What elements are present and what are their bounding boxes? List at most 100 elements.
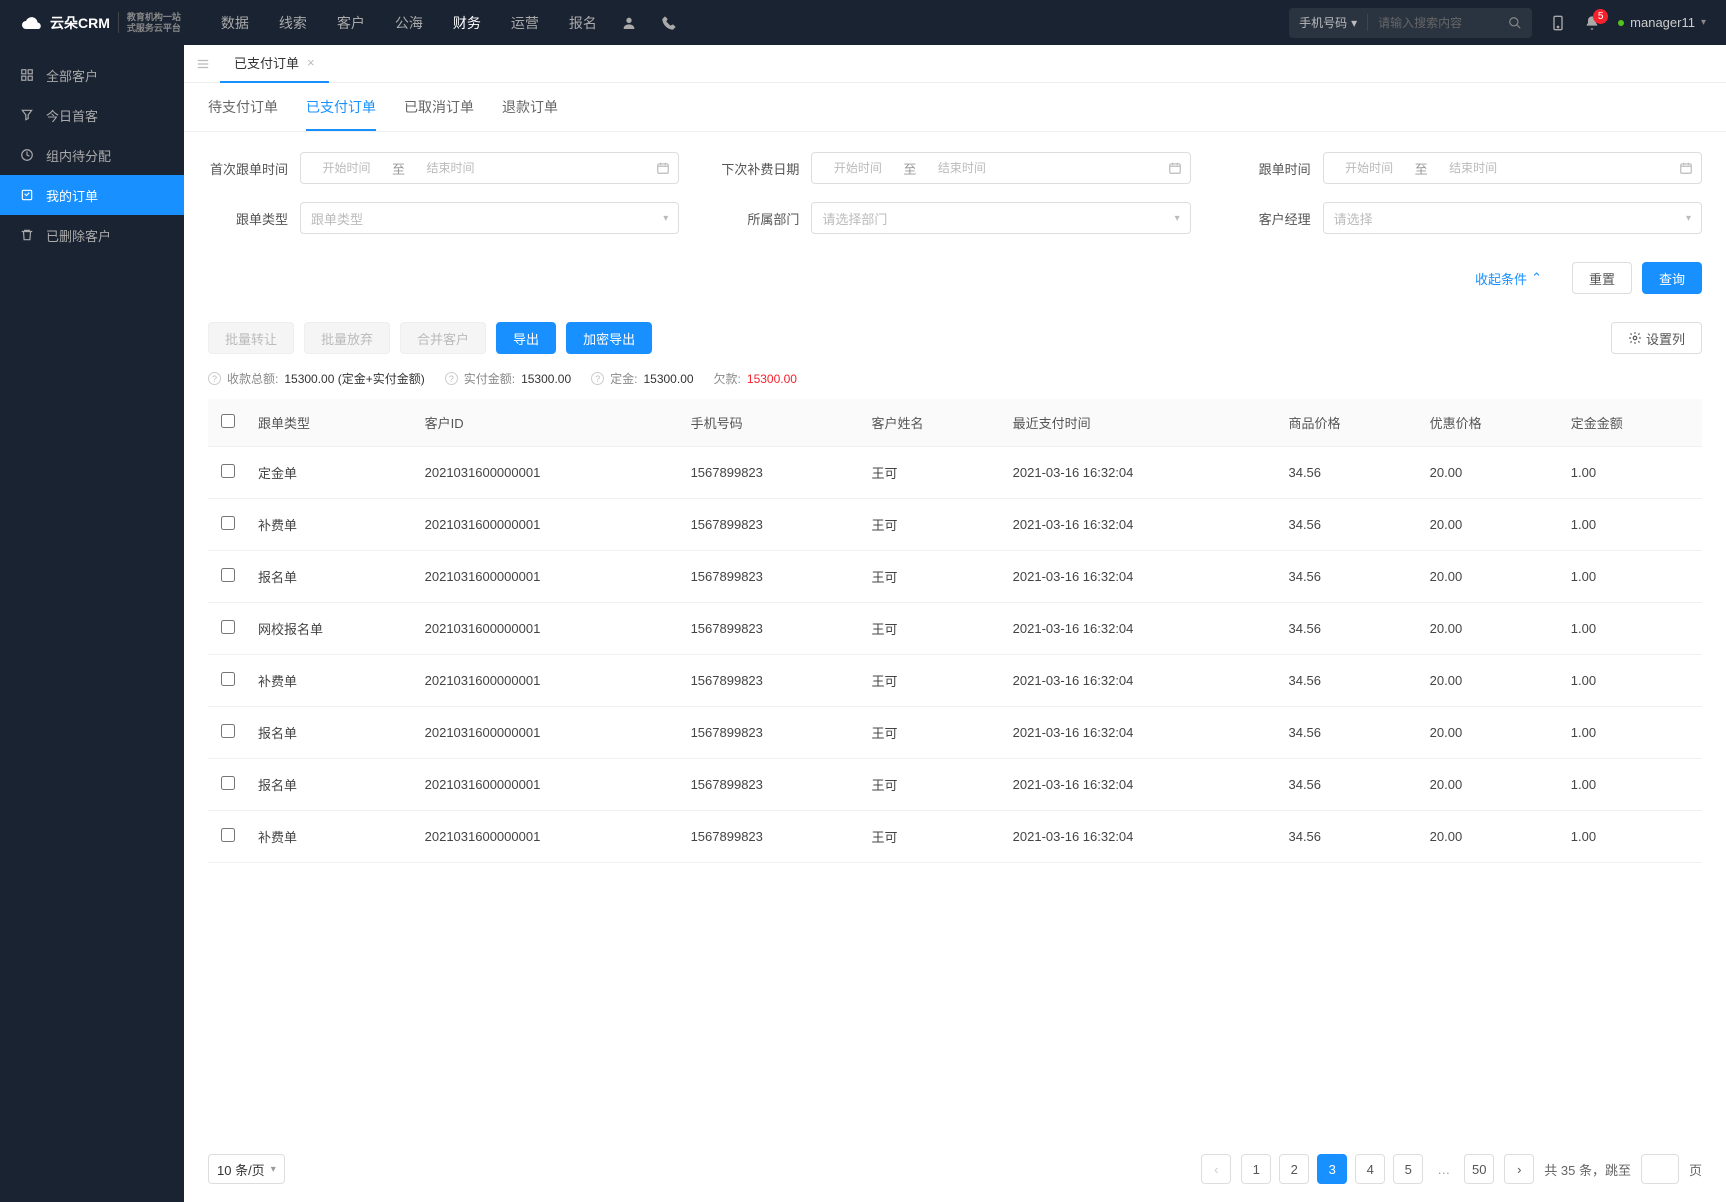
user-menu[interactable]: manager11 ▾ bbox=[1618, 15, 1706, 30]
table-cell: 2021031600000001 bbox=[415, 447, 681, 499]
page-last-button[interactable]: 50 bbox=[1464, 1154, 1494, 1184]
row-checkbox[interactable] bbox=[221, 620, 235, 634]
table-row: 报名单20210316000000011567899823王可2021-03-1… bbox=[208, 759, 1702, 811]
chevron-left-icon: ‹ bbox=[1214, 1162, 1218, 1177]
table-cell: 20.00 bbox=[1420, 447, 1561, 499]
topnav-item[interactable]: 财务 bbox=[453, 13, 481, 33]
table-cell: 1.00 bbox=[1561, 603, 1702, 655]
calendar-icon bbox=[1679, 161, 1693, 175]
query-button[interactable]: 查询 bbox=[1642, 262, 1702, 294]
bell-icon[interactable]: 5 bbox=[1584, 15, 1600, 31]
page-size-select[interactable]: 10 条/页 ▾ bbox=[208, 1154, 285, 1184]
row-checkbox[interactable] bbox=[221, 464, 235, 478]
page-total: 共 35 条，跳至 bbox=[1544, 1160, 1631, 1179]
paid-value: 15300.00 bbox=[521, 372, 571, 386]
next-renew-range[interactable]: 至 bbox=[811, 152, 1190, 184]
column-header: 客户ID bbox=[415, 399, 681, 447]
first-follow-start[interactable] bbox=[309, 161, 384, 175]
topbar: 云朵CRM 教育机构一站式服务云平台 数据 线索 客户 公海 财务 运营 报名 手机号码 ▾… bbox=[0, 0, 1726, 45]
subtab[interactable]: 已取消订单 bbox=[404, 97, 474, 131]
table-cell: 2021-03-16 16:32:04 bbox=[1003, 499, 1279, 551]
page-button[interactable]: 1 bbox=[1241, 1154, 1271, 1184]
next-renew-end[interactable] bbox=[924, 161, 999, 175]
status-dot-icon bbox=[1618, 20, 1624, 26]
sidebar-item[interactable]: 全部客户 bbox=[0, 55, 184, 95]
search-icon[interactable] bbox=[1508, 16, 1522, 30]
set-columns-button[interactable]: 设置列 bbox=[1611, 322, 1702, 354]
tab-paid-orders[interactable]: 已支付订单 × bbox=[220, 45, 329, 83]
jump-page-input[interactable] bbox=[1641, 1154, 1679, 1184]
follow-time-end[interactable] bbox=[1436, 161, 1511, 175]
topnav-item[interactable]: 数据 bbox=[221, 13, 249, 33]
column-header: 跟单类型 bbox=[248, 399, 415, 447]
merge-customer-button[interactable]: 合并客户 bbox=[400, 322, 486, 354]
department-select[interactable]: 请选择部门▾ bbox=[811, 202, 1190, 234]
row-checkbox[interactable] bbox=[221, 672, 235, 686]
table-cell: 王可 bbox=[862, 811, 1003, 863]
batch-transfer-button[interactable]: 批量转让 bbox=[208, 322, 294, 354]
sidebar-item[interactable]: 组内待分配 bbox=[0, 135, 184, 175]
table-row: 定金单20210316000000011567899823王可2021-03-1… bbox=[208, 447, 1702, 499]
close-icon[interactable]: × bbox=[307, 55, 315, 70]
cloud-icon bbox=[20, 11, 44, 35]
next-page-button[interactable]: › bbox=[1504, 1154, 1534, 1184]
row-checkbox[interactable] bbox=[221, 724, 235, 738]
export-button[interactable]: 导出 bbox=[496, 322, 556, 354]
menu-icon[interactable] bbox=[196, 57, 210, 71]
mobile-icon[interactable] bbox=[1550, 14, 1566, 32]
sidebar-item-label: 今日首客 bbox=[46, 106, 98, 125]
table-row: 网校报名单20210316000000011567899823王可2021-03… bbox=[208, 603, 1702, 655]
topnav-item[interactable]: 公海 bbox=[395, 13, 423, 33]
topnav-item[interactable]: 报名 bbox=[569, 13, 597, 33]
sidebar-item-label: 全部客户 bbox=[46, 66, 98, 85]
brand-logo[interactable]: 云朵CRM 教育机构一站式服务云平台 bbox=[20, 11, 181, 35]
sidebar-item[interactable]: 我的订单 bbox=[0, 175, 184, 215]
page-tabs: 已支付订单 × bbox=[184, 45, 1726, 83]
phone-icon[interactable] bbox=[661, 15, 677, 31]
page-button[interactable]: 3 bbox=[1317, 1154, 1347, 1184]
batch-abandon-button[interactable]: 批量放弃 bbox=[304, 322, 390, 354]
follow-time-start[interactable] bbox=[1332, 161, 1407, 175]
topnav-item[interactable]: 运营 bbox=[511, 13, 539, 33]
person-icon[interactable] bbox=[621, 15, 637, 31]
topnav-item[interactable]: 线索 bbox=[279, 13, 307, 33]
search-input[interactable] bbox=[1378, 16, 1508, 30]
first-follow-range[interactable]: 至 bbox=[300, 152, 679, 184]
first-follow-end[interactable] bbox=[413, 161, 488, 175]
brand-name: 云朵CRM bbox=[50, 13, 110, 33]
table-cell: 王可 bbox=[862, 603, 1003, 655]
follow-type-select[interactable]: 跟单类型▾ bbox=[300, 202, 679, 234]
search-type-select[interactable]: 手机号码 ▾ bbox=[1299, 14, 1368, 31]
table-cell: 王可 bbox=[862, 499, 1003, 551]
row-checkbox[interactable] bbox=[221, 776, 235, 790]
row-checkbox[interactable] bbox=[221, 568, 235, 582]
row-checkbox[interactable] bbox=[221, 828, 235, 842]
table-cell: 1567899823 bbox=[681, 447, 862, 499]
follow-time-range[interactable]: 至 bbox=[1323, 152, 1702, 184]
sidebar-item[interactable]: 今日首客 bbox=[0, 95, 184, 135]
table-row: 报名单20210316000000011567899823王可2021-03-1… bbox=[208, 551, 1702, 603]
encrypted-export-button[interactable]: 加密导出 bbox=[566, 322, 652, 354]
next-renew-start[interactable] bbox=[820, 161, 895, 175]
subtab[interactable]: 已支付订单 bbox=[306, 97, 376, 131]
page-button[interactable]: 2 bbox=[1279, 1154, 1309, 1184]
deposit-label: 定金: bbox=[610, 370, 637, 387]
page-button[interactable]: 5 bbox=[1393, 1154, 1423, 1184]
table-cell: 20.00 bbox=[1420, 499, 1561, 551]
pagination: 10 条/页 ▾ ‹ 12345 … 50 › 共 35 条，跳至 页 bbox=[184, 1136, 1726, 1202]
page-button[interactable]: 4 bbox=[1355, 1154, 1385, 1184]
select-all-checkbox[interactable] bbox=[221, 414, 235, 428]
prev-page-button[interactable]: ‹ bbox=[1201, 1154, 1231, 1184]
sidebar-icon bbox=[20, 188, 34, 202]
row-checkbox[interactable] bbox=[221, 516, 235, 530]
table-cell: 2021-03-16 16:32:04 bbox=[1003, 447, 1279, 499]
topnav-item[interactable]: 客户 bbox=[337, 13, 365, 33]
reset-button[interactable]: 重置 bbox=[1572, 262, 1632, 294]
collapse-filters-link[interactable]: 收起条件 ⌃ bbox=[1475, 269, 1542, 288]
sidebar-item[interactable]: 已删除客户 bbox=[0, 215, 184, 255]
subtab[interactable]: 待支付订单 bbox=[208, 97, 278, 131]
table-cell: 1.00 bbox=[1561, 655, 1702, 707]
account-mgr-select[interactable]: 请选择▾ bbox=[1323, 202, 1702, 234]
subtab[interactable]: 退款订单 bbox=[502, 97, 558, 131]
sidebar-icon bbox=[20, 228, 34, 242]
